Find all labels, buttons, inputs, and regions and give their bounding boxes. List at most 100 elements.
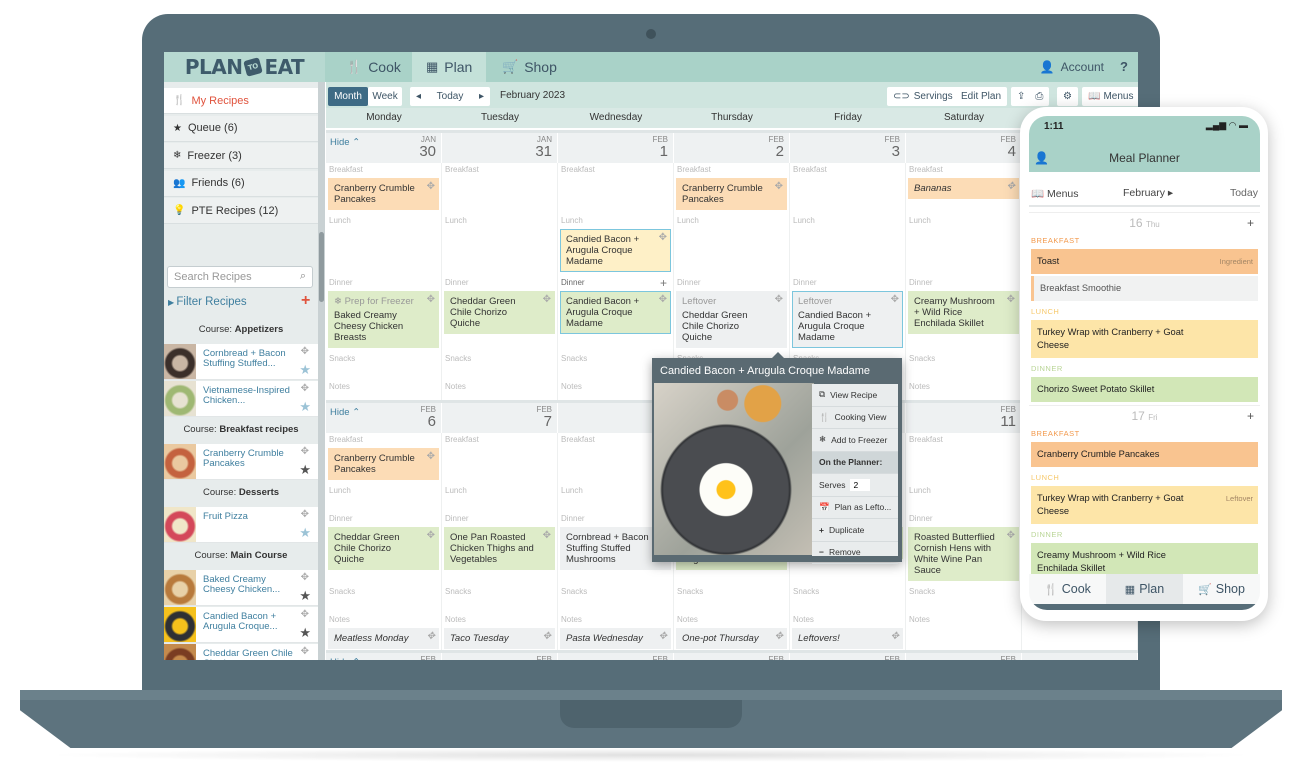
slot-notes[interactable]: Notes Meatless Monday ✥ <box>326 613 442 653</box>
slot-breakfast[interactable]: Breakfast <box>442 433 558 484</box>
drag-handle-icon[interactable]: ✥ <box>659 631 667 642</box>
hide-week-toggle[interactable]: Hide ⌃ <box>330 407 360 418</box>
recipe-title[interactable]: Vietnamese-Inspired Chicken... <box>203 386 295 406</box>
month-view-button[interactable]: Month <box>328 87 368 106</box>
slot-breakfast[interactable]: Breakfast Cranberry Crumble Pancakes ✥ <box>326 163 442 214</box>
gear-icon[interactable]: ⚙ <box>1057 87 1078 106</box>
slot-lunch[interactable]: Lunch <box>442 214 558 276</box>
account-button[interactable]: 👤 Account <box>1040 52 1104 82</box>
remove-button[interactable]: − Remove <box>812 542 898 564</box>
slot-snacks[interactable]: Snacks <box>558 585 674 613</box>
slot-dinner[interactable]: Dinner ❄ Prep for Freezer Baked Creamy Che… <box>326 276 442 352</box>
slot-lunch[interactable]: Lunch <box>674 214 790 276</box>
recipe-title[interactable]: Cranberry Crumble Pancakes <box>203 449 295 469</box>
logo[interactable]: PLAN TO EAT <box>164 52 325 82</box>
star-icon[interactable]: ★ <box>299 588 311 604</box>
sidebar-item-my-recipes[interactable]: 🍴 My Recipes <box>164 88 318 114</box>
recipe-list-item[interactable]: Cranberry Crumble Pancakes ✥ ★ <box>164 444 318 480</box>
print-icon[interactable]: ⎙ <box>1035 91 1043 102</box>
slot-dinner[interactable]: Dinner One Pan Roasted Chicken Thighs and… <box>442 512 558 585</box>
slot-lunch[interactable]: Lunch <box>326 484 442 512</box>
recipe-list-item[interactable]: Cornbread + Bacon Stuffing Stuffed... ✥ ★ <box>164 344 318 380</box>
slot-breakfast[interactable]: Breakfast Cranberry Crumble Pancakes ✥ <box>674 163 790 214</box>
add-meal-icon[interactable]: + <box>1247 213 1254 233</box>
next-button[interactable]: ▸ <box>479 91 484 102</box>
drag-handle-icon[interactable]: ✥ <box>1007 530 1015 541</box>
slot-snacks[interactable]: Snacks <box>326 585 442 613</box>
note-item[interactable]: Taco Tuesday ✥ <box>444 628 555 649</box>
meal-item[interactable]: Roasted Butterflied Cornish Hens with Wh… <box>908 527 1019 581</box>
recipe-title[interactable]: Candied Bacon + Arugula Croque... <box>203 612 295 632</box>
phone-meal-item[interactable]: Breakfast Smoothie <box>1031 276 1258 301</box>
slot-notes[interactable]: Notes One-pot Thursday ✥ <box>674 613 790 653</box>
today-button[interactable]: Today <box>1230 187 1258 199</box>
meal-item[interactable]: Bananas ✥ <box>908 178 1019 199</box>
slot-lunch[interactable]: Lunch <box>906 214 1022 276</box>
slot-lunch[interactable]: Lunch <box>906 484 1022 512</box>
search-icon[interactable]: ⌕ <box>300 270 306 283</box>
drag-handle-icon[interactable]: ✥ <box>1007 181 1015 192</box>
drag-handle-icon[interactable]: ✥ <box>301 346 309 357</box>
tab-cook[interactable]: 🍴 Cook <box>332 52 415 82</box>
star-icon[interactable]: ★ <box>299 399 311 415</box>
drag-handle-icon[interactable]: ✥ <box>659 232 667 243</box>
recipe-title[interactable]: Cheddar Green Chile Chorizo... <box>203 649 295 661</box>
tab-shop[interactable]: 🛒 Shop <box>488 52 571 82</box>
slot-dinner[interactable]: Dinner + Candied Bacon + Arugula Croque Ma… <box>558 276 674 352</box>
phone-meal-item[interactable]: Chorizo Sweet Potato Skillet <box>1031 377 1258 402</box>
slot-dinner[interactable]: Dinner Cheddar Green Chile Chorizo Quiche… <box>442 276 558 352</box>
phone-tab-plan[interactable]: ▦ Plan <box>1106 574 1183 604</box>
duplicate-button[interactable]: + Duplicate <box>812 519 898 542</box>
phone-tab-cook[interactable]: 🍴 Cook <box>1029 574 1106 604</box>
slot-notes[interactable]: Notes Leftovers! ✥ <box>790 613 906 653</box>
recipe-title[interactable]: Cornbread + Bacon Stuffing Stuffed... <box>203 349 295 369</box>
slot-dinner[interactable]: Dinner Leftover Candied Bacon + Arugula Cr… <box>790 276 906 352</box>
drag-handle-icon[interactable]: ✥ <box>427 631 435 642</box>
month-selector[interactable]: February ▸ <box>1123 187 1173 199</box>
meal-item[interactable]: Leftover Cheddar Green Chile Chorizo Quic… <box>676 291 787 348</box>
slot-breakfast[interactable]: Breakfast <box>906 433 1022 484</box>
drag-handle-icon[interactable]: ✥ <box>775 181 783 192</box>
scrollbar-thumb[interactable] <box>319 232 324 302</box>
slot-snacks[interactable]: Snacks <box>442 352 558 380</box>
drag-handle-icon[interactable]: ✥ <box>891 631 899 642</box>
drag-handle-icon[interactable]: ✥ <box>775 294 783 305</box>
drag-handle-icon[interactable]: ✥ <box>659 294 667 305</box>
recipe-list-item[interactable]: Candied Bacon + Arugula Croque... ✥ ★ <box>164 607 318 643</box>
drag-handle-icon[interactable]: ✥ <box>301 646 309 657</box>
sidebar-item-queue[interactable]: ★ Queue (6) <box>164 115 318 142</box>
drag-handle-icon[interactable]: ✥ <box>301 609 309 620</box>
sidebar-item-friends[interactable]: 👥 Friends (6) <box>164 170 318 197</box>
sidebar-scrollbar[interactable] <box>318 82 325 660</box>
add-meal-icon[interactable]: + <box>660 276 667 290</box>
phone-meal-item[interactable]: Turkey Wrap with Cranberry + Goat Cheese… <box>1031 486 1258 524</box>
drag-handle-icon[interactable]: ✥ <box>543 530 551 541</box>
sidebar-item-pte-recipes[interactable]: 💡 PTE Recipes (12) <box>164 198 318 224</box>
drag-handle-icon[interactable]: ✥ <box>427 451 435 462</box>
cooking-view-button[interactable]: 🍴 Cooking View <box>812 407 898 429</box>
drag-handle-icon[interactable]: ✥ <box>301 446 309 457</box>
meal-item[interactable]: Creamy Mushroom + Wild Rice Enchilada Sk… <box>908 291 1019 334</box>
drag-handle-icon[interactable]: ✥ <box>427 294 435 305</box>
search-input[interactable]: Search Recipes ⌕ <box>167 266 313 288</box>
meal-item[interactable]: Leftover Candied Bacon + Arugula Croque M… <box>792 291 903 348</box>
slot-dinner[interactable]: Dinner Creamy Mushroom + Wild Rice Enchil… <box>906 276 1022 352</box>
slot-snacks[interactable]: Snacks <box>906 585 1022 613</box>
recipe-list-item[interactable]: Cheddar Green Chile Chorizo...✥★ <box>164 644 318 660</box>
recipe-title[interactable]: Baked Creamy Cheesy Chicken... <box>203 575 295 595</box>
meal-item[interactable]: One Pan Roasted Chicken Thighs and Veget… <box>444 527 555 570</box>
today-button[interactable]: Today <box>437 91 464 102</box>
hide-week-toggle[interactable]: Hide ⌃ <box>330 137 360 148</box>
share-icon[interactable]: ⇪ <box>1017 91 1025 102</box>
meal-item[interactable]: Candied Bacon + Arugula Croque Madame ✥ <box>560 229 671 272</box>
drag-handle-icon[interactable]: ✥ <box>301 572 309 583</box>
drag-handle-icon[interactable]: ✥ <box>427 181 435 192</box>
star-icon[interactable]: ★ <box>299 362 311 378</box>
drag-handle-icon[interactable]: ✥ <box>427 530 435 541</box>
phone-meal-item[interactable]: Toast Ingredient <box>1031 249 1258 274</box>
meal-item[interactable]: Candied Bacon + Arugula Croque Madame ✥ <box>560 291 671 334</box>
slot-breakfast[interactable]: Breakfast <box>790 163 906 214</box>
menus-button[interactable]: 📖 Menus <box>1031 187 1079 200</box>
menus-button[interactable]: 📖 Menus <box>1082 87 1138 106</box>
add-recipe-button[interactable]: + <box>301 292 310 310</box>
